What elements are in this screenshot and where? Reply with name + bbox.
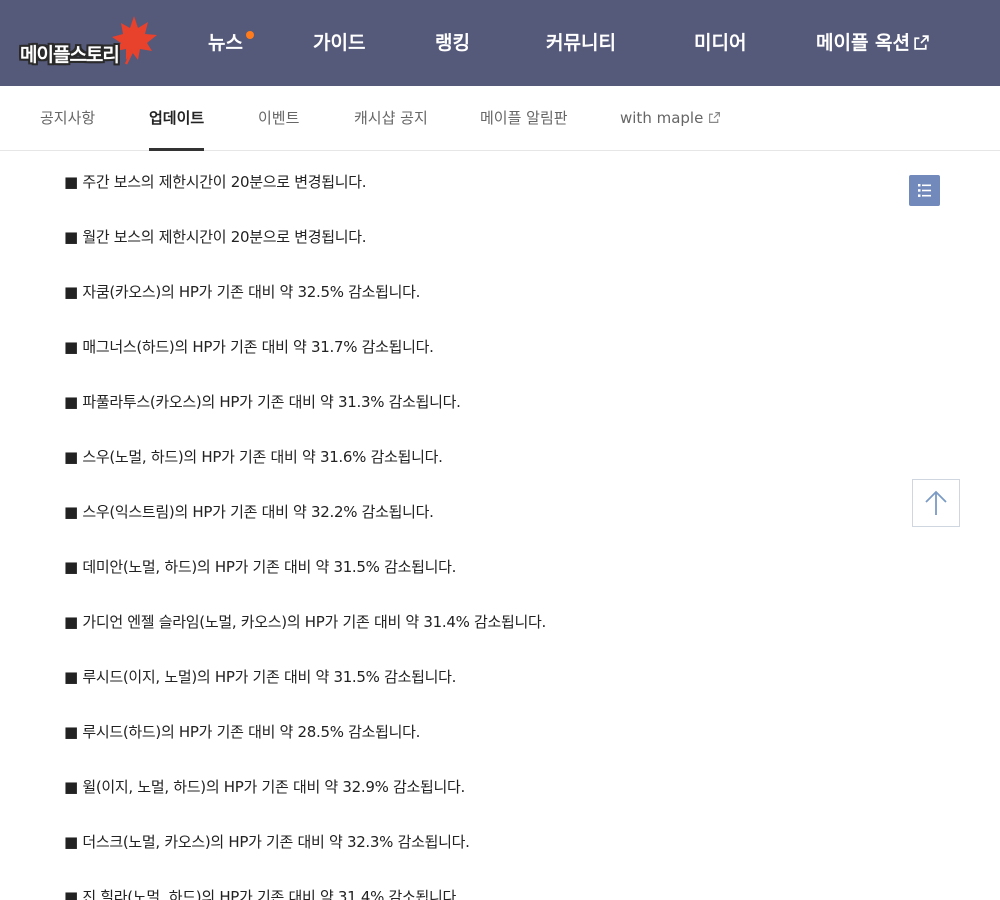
list-icon xyxy=(918,184,931,197)
tab-cashshop-notice[interactable]: 캐시샵 공지 xyxy=(354,86,428,150)
gnb-item-community[interactable]: 커뮤니티 xyxy=(546,0,616,86)
tab-label: 공지사항 xyxy=(40,109,96,127)
external-link-icon xyxy=(914,35,929,50)
tab-event[interactable]: 이벤트 xyxy=(258,86,299,150)
logo-text: 메이플스토리 xyxy=(20,44,120,66)
gnb-item-news[interactable]: 뉴스 xyxy=(208,0,254,86)
gnb-item-label: 가이드 xyxy=(313,32,366,54)
tab-label: 캐시샵 공지 xyxy=(354,109,428,127)
notice-line: ■ 가디언 엔젤 슬라임(노멀, 카오스)의 HP가 기존 대비 약 31.4%… xyxy=(64,613,546,631)
gnb-item-label: 랭킹 xyxy=(435,32,470,54)
tab-label: 업데이트 xyxy=(149,109,205,127)
gnb-item-ranking[interactable]: 랭킹 xyxy=(435,0,470,86)
arrow-up-icon xyxy=(925,490,947,515)
gnb-item-media[interactable]: 미디어 xyxy=(694,0,746,86)
tab-with-maple[interactable]: with maple xyxy=(620,86,721,150)
maplestory-logo[interactable]: 메이플스토리 xyxy=(20,14,157,70)
notice-line: ■ 루시드(하드)의 HP가 기존 대비 약 28.5% 감소됩니다. xyxy=(64,723,421,741)
tab-label: 메이플 알림판 xyxy=(480,109,568,127)
notice-line: ■ 스우(노멀, 하드)의 HP가 기존 대비 약 31.6% 감소됩니다. xyxy=(64,448,443,466)
gnb-item-auction[interactable]: 메이플 옥션 xyxy=(816,0,930,86)
notice-line: ■ 파풀라투스(카오스)의 HP가 기존 대비 약 31.3% 감소됩니다. xyxy=(64,393,461,411)
notice-line: ■ 진 힐라(노멀, 하드)의 HP가 기존 대비 약 31.4% 감소됩니다. xyxy=(64,888,461,900)
notice-line: ■ 데미안(노멀, 하드)의 HP가 기존 대비 약 31.5% 감소됩니다. xyxy=(64,558,457,576)
gnb-item-label: 커뮤니티 xyxy=(546,32,616,54)
global-nav: 메이플스토리 뉴스 가이드 랭킹 커뮤니티 미디어 메이플 옥션 xyxy=(0,0,1000,86)
tab-notice[interactable]: 공지사항 xyxy=(40,86,95,150)
notice-line: ■ 월간 보스의 제한시간이 20분으로 변경됩니다. xyxy=(64,228,367,246)
tab-label: with maple xyxy=(620,109,704,127)
tab-update[interactable]: 업데이트 xyxy=(149,86,205,151)
external-link-icon xyxy=(709,112,721,123)
sub-nav: 공지사항 업데이트 이벤트 캐시샵 공지 메이플 알림판 with maple xyxy=(0,86,1000,151)
notice-line: ■ 윌(이지, 노멀, 하드)의 HP가 기존 대비 약 32.9% 감소됩니다… xyxy=(64,778,465,796)
gnb-item-label: 메이플 옥션 xyxy=(816,32,911,54)
scroll-top-button[interactable] xyxy=(912,479,960,527)
gnb-item-label: 미디어 xyxy=(694,32,747,54)
gnb-item-label: 뉴스 xyxy=(208,32,243,54)
notice-line: ■ 더스크(노멀, 카오스)의 HP가 기존 대비 약 32.3% 감소됩니다. xyxy=(64,833,470,851)
notice-line: ■ 매그너스(하드)의 HP가 기존 대비 약 31.7% 감소됩니다. xyxy=(64,338,434,356)
tab-maple-board[interactable]: 메이플 알림판 xyxy=(480,86,568,150)
gnb-item-guide[interactable]: 가이드 xyxy=(313,0,365,86)
list-view-button[interactable] xyxy=(909,175,940,206)
notice-content: ■ 주간 보스의 제한시간이 20분으로 변경됩니다. ■ 월간 보스의 제한시… xyxy=(64,151,904,900)
new-dot-icon xyxy=(245,31,254,39)
notice-line: ■ 주간 보스의 제한시간이 20분으로 변경됩니다. xyxy=(64,173,367,191)
notice-line: ■ 루시드(이지, 노멀)의 HP가 기존 대비 약 31.5% 감소됩니다. xyxy=(64,668,457,686)
notice-line: ■ 스우(익스트림)의 HP가 기존 대비 약 32.2% 감소됩니다. xyxy=(64,503,434,521)
tab-label: 이벤트 xyxy=(258,109,300,127)
notice-line: ■ 자쿰(카오스)의 HP가 기존 대비 약 32.5% 감소됩니다. xyxy=(64,283,421,301)
